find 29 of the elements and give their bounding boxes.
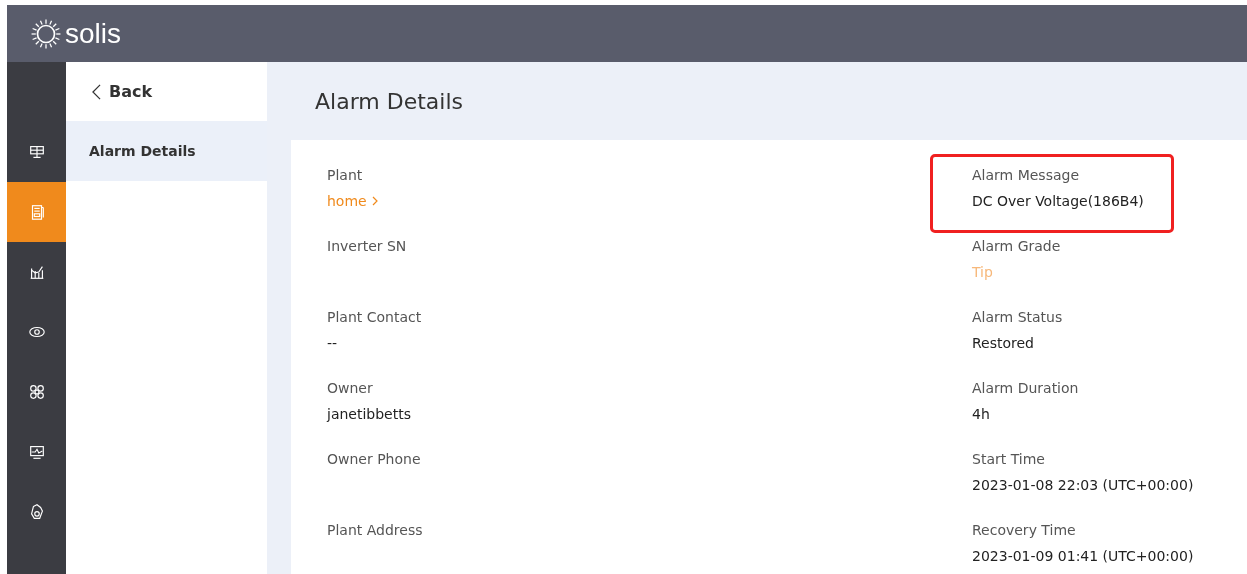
field-value: 4h <box>972 406 990 422</box>
field-label: Plant Contact <box>327 309 423 325</box>
field-label: Alarm Duration <box>972 380 1080 396</box>
field-value: 2023-01-08 22:03 (UTC+00:00) <box>972 477 1194 493</box>
field-value: janetibbetts <box>327 406 411 422</box>
field-label: Plant <box>327 167 364 183</box>
field-label: Plant Address <box>327 522 424 538</box>
field-value: 2023-01-09 01:41 (UTC+00:00) <box>972 548 1194 564</box>
nav-item[interactable]: Alarm Details <box>66 121 267 181</box>
logo-text: solis <box>65 17 121 50</box>
field-label: Recovery Time <box>972 522 1077 538</box>
field-label: Inverter SN <box>327 238 408 254</box>
field-value: DC Over Voltage(186B4) <box>972 193 1144 209</box>
chevron-left-icon <box>92 83 101 100</box>
field-value: Tip <box>972 264 993 280</box>
field-label: Alarm Grade <box>972 238 1062 254</box>
field-label: Owner Phone <box>327 451 422 467</box>
chevron-right-icon <box>371 196 378 206</box>
solar-panel-icon <box>27 143 46 161</box>
back-link[interactable]: Back <box>66 62 267 121</box>
field-label: Owner <box>327 380 374 396</box>
field-value: -- <box>327 335 338 351</box>
monitor-icon <box>27 443 46 461</box>
command-icon <box>27 383 46 401</box>
field-label: Alarm Status <box>972 309 1064 325</box>
field-label: Alarm Message <box>972 167 1080 183</box>
field-value: Restored <box>972 335 1034 351</box>
field-label: Start Time <box>972 451 1046 467</box>
page-title: Alarm Details <box>314 87 464 116</box>
